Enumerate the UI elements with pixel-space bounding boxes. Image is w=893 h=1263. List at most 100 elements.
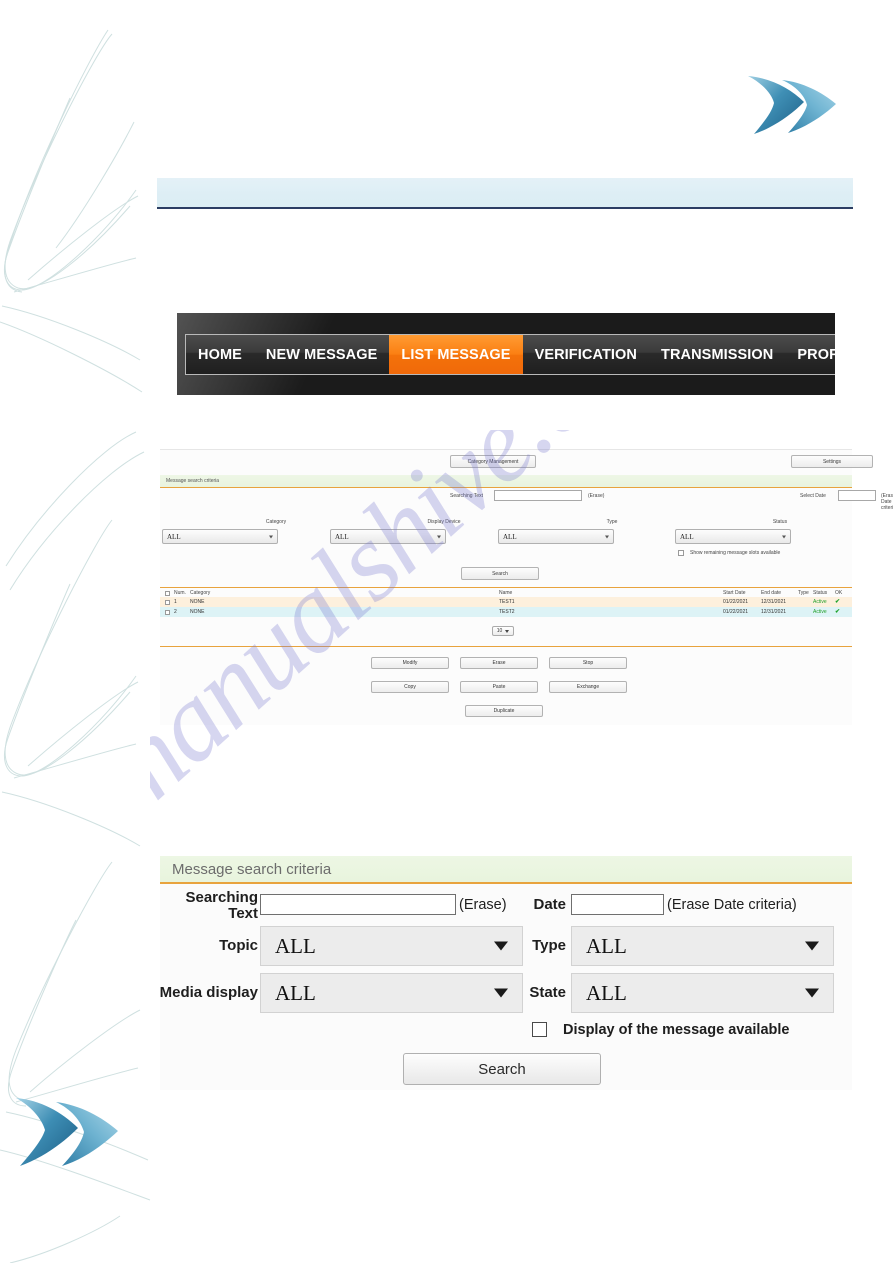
cell-start-date: 01/22/2021 bbox=[723, 599, 749, 605]
display-device-select[interactable]: ALL bbox=[330, 529, 446, 544]
zoom-erase-date-link[interactable]: (Erase Date criteria) bbox=[667, 897, 797, 913]
zoom-erase-link[interactable]: (Erase) bbox=[459, 897, 507, 913]
show-remaining-slots-checkbox[interactable] bbox=[678, 550, 684, 556]
zoom-state-label: State bbox=[529, 984, 566, 1001]
chevron-down-icon bbox=[505, 629, 510, 633]
select-date-label: Select Date bbox=[800, 493, 826, 499]
zoom-media-display-label: Media display bbox=[159, 984, 258, 1001]
cell-category: NONE bbox=[190, 599, 205, 605]
erase-date-link[interactable]: (Erase Date criteria) bbox=[881, 493, 893, 511]
message-list-table: Num. Category Name Start Date End date T… bbox=[160, 587, 852, 617]
row-select-checkbox[interactable] bbox=[165, 609, 170, 615]
category-select[interactable]: ALL bbox=[162, 529, 278, 544]
cell-num: 2 bbox=[174, 609, 177, 615]
exchange-button[interactable]: Exchange bbox=[549, 681, 627, 693]
zoom-topic-select[interactable]: ALL bbox=[260, 926, 523, 966]
cell-end-date: 12/31/2021 bbox=[761, 609, 787, 615]
cell-ok-check-icon: ✔ bbox=[835, 609, 841, 615]
category-label: Category bbox=[265, 519, 287, 525]
nav-item-transmission[interactable]: TRANSMISSION bbox=[649, 335, 785, 374]
message-search-criteria-header: Message search criteria bbox=[160, 475, 852, 488]
label-line-1: Searching bbox=[185, 889, 258, 906]
select-date-input[interactable] bbox=[838, 490, 876, 501]
display-device-select-value: ALL bbox=[335, 532, 349, 541]
copy-button[interactable]: Copy bbox=[371, 681, 449, 693]
col-end-date-header: End date bbox=[761, 590, 782, 596]
searching-text-label: Searching Text bbox=[450, 493, 483, 499]
paste-button[interactable]: Paste bbox=[460, 681, 538, 693]
page-size-value: 10 bbox=[496, 628, 503, 634]
zoom-media-display-select[interactable]: ALL bbox=[260, 973, 523, 1013]
chevron-down-icon bbox=[437, 535, 441, 538]
nav-item-new-message[interactable]: NEW MESSAGE bbox=[254, 335, 389, 374]
zoom-topic-label: Topic bbox=[219, 937, 258, 954]
status-label: Status bbox=[772, 519, 788, 525]
status-select[interactable]: ALL bbox=[675, 529, 791, 544]
cell-start-date: 01/22/2021 bbox=[723, 609, 749, 615]
col-ok-header: OK bbox=[835, 590, 843, 596]
nav-item-home[interactable]: HOME bbox=[186, 335, 254, 374]
row-select-checkbox[interactable] bbox=[165, 599, 170, 605]
col-num-header: Num. bbox=[174, 590, 186, 596]
cell-status: Active bbox=[813, 599, 827, 605]
stop-button[interactable]: Stop bbox=[549, 657, 627, 669]
zoom-date-input[interactable] bbox=[571, 894, 664, 915]
page-header-bar bbox=[157, 178, 853, 209]
chevron-down-icon bbox=[805, 941, 819, 951]
main-navigation-bar[interactable]: HOME NEW MESSAGE LIST MESSAGE VERIFICATION T… bbox=[185, 334, 835, 375]
col-category-header: Category bbox=[190, 590, 211, 596]
search-button[interactable]: Search bbox=[461, 567, 539, 580]
cell-end-date: 12/31/2021 bbox=[761, 599, 787, 605]
cell-name: TEST1 bbox=[499, 599, 515, 605]
erase-text-link[interactable]: (Erase) bbox=[588, 493, 604, 499]
nav-item-profile[interactable]: PROFILE bbox=[785, 335, 835, 374]
searching-text-input[interactable] bbox=[494, 490, 582, 501]
cell-ok-check-icon: ✔ bbox=[835, 599, 841, 605]
zoom-availability-checkbox[interactable] bbox=[532, 1022, 547, 1037]
zoom-searching-text-input[interactable] bbox=[260, 894, 456, 915]
table-header-row: Num. Category Name Start Date End date T… bbox=[160, 587, 852, 597]
page-size-select[interactable]: 10 bbox=[492, 626, 514, 636]
cell-name: TEST2 bbox=[499, 609, 515, 615]
zoom-type-label: Type bbox=[532, 937, 566, 954]
zoom-panel-title: Message search criteria bbox=[160, 856, 852, 884]
category-select-value: ALL bbox=[167, 532, 181, 541]
show-remaining-slots-label: Show remaining message slots available bbox=[690, 550, 781, 556]
nav-item-verification[interactable]: VERIFICATION bbox=[523, 335, 649, 374]
zoom-search-button[interactable]: Search bbox=[403, 1053, 601, 1085]
table-row[interactable]: 2 NONE TEST2 01/22/2021 12/31/2021 Activ… bbox=[160, 607, 852, 617]
chevron-down-icon bbox=[805, 988, 819, 998]
chevron-down-icon bbox=[494, 941, 508, 951]
col-status-header: Status bbox=[813, 590, 828, 596]
zoom-type-select[interactable]: ALL bbox=[571, 926, 834, 966]
status-select-value: ALL bbox=[680, 532, 694, 541]
table-row[interactable]: 1 NONE TEST1 01/22/2021 12/31/2021 Activ… bbox=[160, 597, 852, 607]
type-label: Type bbox=[606, 519, 618, 525]
double-chevron-logo-icon bbox=[748, 76, 836, 134]
zoom-state-select[interactable]: ALL bbox=[571, 973, 834, 1013]
col-start-date-header: Start Date bbox=[723, 590, 746, 596]
zoom-media-display-value: ALL bbox=[275, 980, 316, 1005]
category-management-button[interactable]: Category Management bbox=[450, 455, 536, 468]
duplicate-button[interactable]: Duplicate bbox=[465, 705, 543, 717]
type-select[interactable]: ALL bbox=[498, 529, 614, 544]
chevron-down-icon bbox=[605, 535, 609, 538]
nav-item-list-message[interactable]: LIST MESSAGE bbox=[389, 335, 523, 374]
decorative-curves-watermark bbox=[0, 29, 151, 1263]
select-all-checkbox[interactable] bbox=[165, 590, 170, 596]
erase-button[interactable]: Erase bbox=[460, 657, 538, 669]
zoom-searching-text-label: Searching Text bbox=[180, 890, 258, 922]
table-bottom-rule bbox=[160, 646, 852, 647]
double-chevron-logo-icon-footer bbox=[16, 1098, 118, 1166]
cell-category: NONE bbox=[190, 609, 205, 615]
zoom-state-value: ALL bbox=[586, 980, 627, 1005]
search-criteria-zoom-panel: Message search criteria Searching Text (… bbox=[160, 856, 852, 1090]
zoom-type-value: ALL bbox=[586, 933, 627, 958]
modify-button[interactable]: Modify bbox=[371, 657, 449, 669]
chevron-down-icon bbox=[269, 535, 273, 538]
cell-num: 1 bbox=[174, 599, 177, 605]
settings-button[interactable]: Settings bbox=[791, 455, 873, 468]
col-name-header: Name bbox=[499, 590, 513, 596]
navigation-screenshot: HOME NEW MESSAGE LIST MESSAGE VERIFICATION T… bbox=[177, 313, 835, 395]
zoom-date-label: Date bbox=[533, 896, 566, 913]
